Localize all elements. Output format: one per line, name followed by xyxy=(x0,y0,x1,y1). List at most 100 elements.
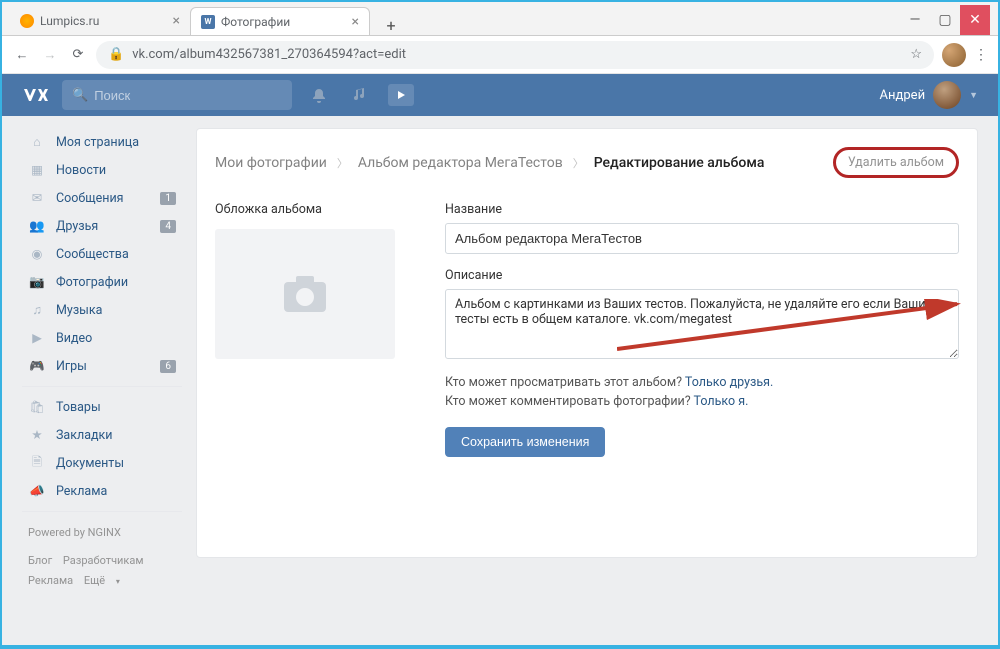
home-icon: ⌂ xyxy=(28,133,46,151)
search-wrap: 🔍 xyxy=(62,80,292,110)
music-icon[interactable] xyxy=(346,80,376,110)
separator xyxy=(22,511,182,512)
sidebar-item-label: Сообщения xyxy=(56,191,124,206)
sidebar-item-label: Фотографии xyxy=(56,275,128,290)
tab-strip: Lumpics.ru × W Фотографии × + — ▢ ✕ xyxy=(2,2,998,36)
cover-label: Обложка альбома xyxy=(215,202,415,217)
sidebar-item-label: Закладки xyxy=(56,428,113,443)
sidebar-item-label: Моя страница xyxy=(56,135,139,150)
search-icon: 🔍 xyxy=(72,88,88,103)
album-name-input[interactable] xyxy=(445,223,959,254)
sidebar-item-messages[interactable]: ✉ Сообщения 1 xyxy=(22,184,182,212)
sidebar-item-label: Игры xyxy=(56,359,87,374)
menu-button[interactable]: ⋮ xyxy=(974,47,988,63)
lock-icon: 🔒 xyxy=(108,47,124,62)
search-input[interactable] xyxy=(94,88,282,103)
sidebar-item-label: Документы xyxy=(56,456,124,471)
close-button[interactable]: ✕ xyxy=(960,5,990,35)
name-label: Название xyxy=(445,202,959,217)
play-icon[interactable] xyxy=(388,84,414,106)
sidebar-item-communities[interactable]: ◉Сообщества xyxy=(22,240,182,268)
back-button[interactable]: ← xyxy=(12,45,32,65)
chevron-down-icon: ▼ xyxy=(969,90,978,101)
sidebar-item-label: Товары xyxy=(56,400,101,415)
sidebar-item-music[interactable]: ♫ Музыка xyxy=(22,296,182,324)
new-tab-button[interactable]: + xyxy=(378,16,404,35)
avatar xyxy=(933,81,961,109)
news-icon: ▦ xyxy=(28,161,46,179)
games-icon: 🎮 xyxy=(28,357,46,375)
market-icon: 🛍 xyxy=(28,398,46,416)
camera-icon xyxy=(282,274,328,314)
sidebar-item-label: Видео xyxy=(56,331,92,346)
perm-view: Кто может просматривать этот альбом? Тол… xyxy=(445,375,959,390)
tab-label: Фотографии xyxy=(221,15,290,29)
sidebar-item-label: Музыка xyxy=(56,303,102,318)
address-bar: ← → ⟳ 🔒 vk.com/album432567381_270364594?… xyxy=(2,36,998,74)
chevron-right-icon: 〉 xyxy=(573,155,584,171)
photo-icon: 📷 xyxy=(28,273,46,291)
friends-icon: 👥 xyxy=(28,217,46,235)
vk-favicon: W xyxy=(201,15,215,29)
album-cover-placeholder[interactable] xyxy=(215,229,395,359)
tab-label: Lumpics.ru xyxy=(40,14,99,28)
breadcrumb: Мои фотографии 〉 Альбом редактора МегаТе… xyxy=(215,147,959,178)
vk-logo[interactable] xyxy=(22,81,50,109)
vk-header: 🔍 Андрей ▼ xyxy=(2,74,998,116)
page-content: 🔍 Андрей ▼ ⌂ Моя страница ▦ Новости xyxy=(2,74,998,645)
forward-button[interactable]: → xyxy=(40,45,60,65)
desc-label: Описание xyxy=(445,268,959,283)
sidebar-item-news[interactable]: ▦ Новости xyxy=(22,156,182,184)
sidebar-item-label: Сообщества xyxy=(56,247,129,262)
sidebar-item-docs[interactable]: 🗎Документы xyxy=(22,449,182,477)
sidebar-item-label: Реклама xyxy=(56,484,107,499)
chevron-right-icon: 〉 xyxy=(337,155,348,171)
sidebar-item-label: Друзья xyxy=(56,219,98,234)
minimize-button[interactable]: — xyxy=(900,5,930,35)
video-icon: ▶ xyxy=(28,329,46,347)
badge: 4 xyxy=(160,220,176,233)
url-text: vk.com/album432567381_270364594?act=edit xyxy=(132,47,406,62)
message-icon: ✉ xyxy=(28,189,46,207)
sidebar-item-photos[interactable]: 📷 Фотографии xyxy=(22,268,182,296)
bell-icon[interactable] xyxy=(304,80,334,110)
sidebar-item-bookmarks[interactable]: ★ Закладки xyxy=(22,421,182,449)
header-user[interactable]: Андрей ▼ xyxy=(880,81,978,109)
footer-link[interactable]: Разработчикам xyxy=(63,554,144,567)
sidebar-item-video[interactable]: ▶ Видео xyxy=(22,324,182,352)
footer-link[interactable]: Блог xyxy=(28,554,52,567)
footer-link[interactable]: Ещё xyxy=(84,574,105,587)
badge: 1 xyxy=(160,192,176,205)
sidebar-item-mypage[interactable]: ⌂ Моя страница xyxy=(22,128,182,156)
save-button[interactable]: Сохранить изменения xyxy=(445,427,605,457)
close-icon[interactable]: × xyxy=(352,14,359,30)
crumb-album[interactable]: Альбом редактора МегаТестов xyxy=(358,155,563,171)
perm-comment: Кто может комментировать фотографии? Тол… xyxy=(445,394,959,409)
main-panel: Мои фотографии 〉 Альбом редактора МегаТе… xyxy=(196,128,978,558)
separator xyxy=(22,386,182,387)
perm-view-link[interactable]: Только друзья. xyxy=(685,375,773,390)
bookmark-icon: ★ xyxy=(28,426,46,444)
maximize-button[interactable]: ▢ xyxy=(930,5,960,35)
ad-icon: 📣 xyxy=(28,482,46,500)
tab-lumpics[interactable]: Lumpics.ru × xyxy=(10,7,190,35)
footer-link[interactable]: Реклама xyxy=(28,574,73,587)
url-input[interactable]: 🔒 vk.com/album432567381_270364594?act=ed… xyxy=(96,41,934,69)
crumb-photos[interactable]: Мои фотографии xyxy=(215,155,327,171)
sidebar-item-friends[interactable]: 👥 Друзья 4 xyxy=(22,212,182,240)
delete-album-link[interactable]: Удалить альбом xyxy=(833,147,959,178)
star-icon[interactable]: ☆ xyxy=(910,47,922,62)
close-icon[interactable]: × xyxy=(173,13,180,29)
music-icon: ♫ xyxy=(28,301,46,319)
badge: 6 xyxy=(160,360,176,373)
sidebar-item-market[interactable]: 🛍 Товары xyxy=(22,393,182,421)
perm-comment-link[interactable]: Только я. xyxy=(694,394,749,409)
tab-vk[interactable]: W Фотографии × xyxy=(190,7,370,35)
sidebar-item-games[interactable]: 🎮 Игры 6 xyxy=(22,352,182,380)
album-desc-input[interactable] xyxy=(445,289,959,359)
sidebar-item-ads[interactable]: 📣 Реклама xyxy=(22,477,182,505)
sidebar-item-label: Новости xyxy=(56,163,106,178)
sidebar: ⌂ Моя страница ▦ Новости ✉ Сообщения 1 👥 Друз… xyxy=(22,128,182,591)
reload-button[interactable]: ⟳ xyxy=(68,45,88,65)
profile-avatar[interactable] xyxy=(942,43,966,67)
